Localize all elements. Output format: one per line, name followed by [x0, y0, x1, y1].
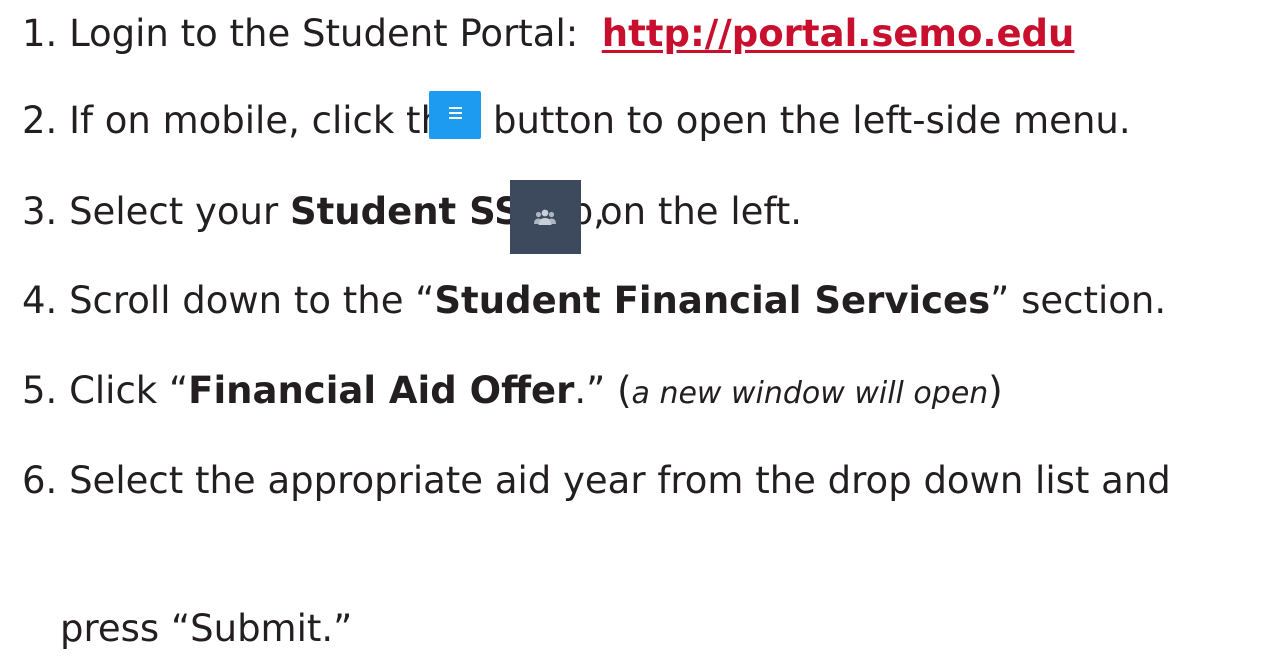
hamburger-menu-icon	[449, 107, 462, 109]
step-5: 5. Click “Financial Aid Offer.” (a new w…	[22, 369, 1003, 416]
step-2-after: button to open the left-side menu.	[493, 99, 1131, 143]
student-ss-tab-button[interactable]	[510, 180, 581, 254]
step-5-text-before: 5. Click “	[22, 369, 189, 412]
step-3-after: on the left.	[600, 190, 802, 234]
step-5-bold: Financial Aid Offer	[188, 369, 575, 412]
step-6-line-2: press “Submit.”	[60, 607, 353, 650]
step-3-text-after: on the left.	[600, 190, 803, 233]
step-4-text-before: 4. Scroll down to the “	[22, 279, 435, 322]
step-5-italic: a new window will open	[631, 376, 989, 411]
step-4: 4. Scroll down to the “Student Financial…	[22, 279, 1166, 323]
menu-button[interactable]	[429, 91, 481, 139]
step-2: 2. If on mobile, click the	[22, 99, 467, 143]
step-3-text-before: 3. Select your	[22, 190, 279, 233]
step-1-text: 1. Login to the Student Portal:	[22, 12, 579, 55]
step-4-bold: Student Financial Services	[434, 279, 991, 322]
hamburger-line	[449, 112, 462, 114]
step-5-text-after: )	[988, 369, 1003, 412]
step-6-line-1: 6. Select the appropriate aid year from …	[22, 459, 1171, 502]
portal-link[interactable]: http://portal.semo.edu	[602, 12, 1075, 55]
step-3-bold: Student SS	[289, 190, 521, 233]
step-4-text-after: ” section.	[990, 279, 1167, 322]
users-group-icon	[534, 209, 556, 225]
step-1: 1. Login to the Student Portal: http://p…	[22, 12, 1074, 56]
step-5-text-mid: .” (	[574, 369, 632, 412]
step-6: 6. Select the appropriate aid year from …	[22, 459, 1171, 503]
step-2-text-before: 2. If on mobile, click the	[22, 99, 467, 142]
step-2-text-after: button to open the left-side menu.	[493, 99, 1131, 142]
hamburger-line	[449, 117, 462, 119]
step-6-continued: press “Submit.”	[60, 607, 352, 651]
